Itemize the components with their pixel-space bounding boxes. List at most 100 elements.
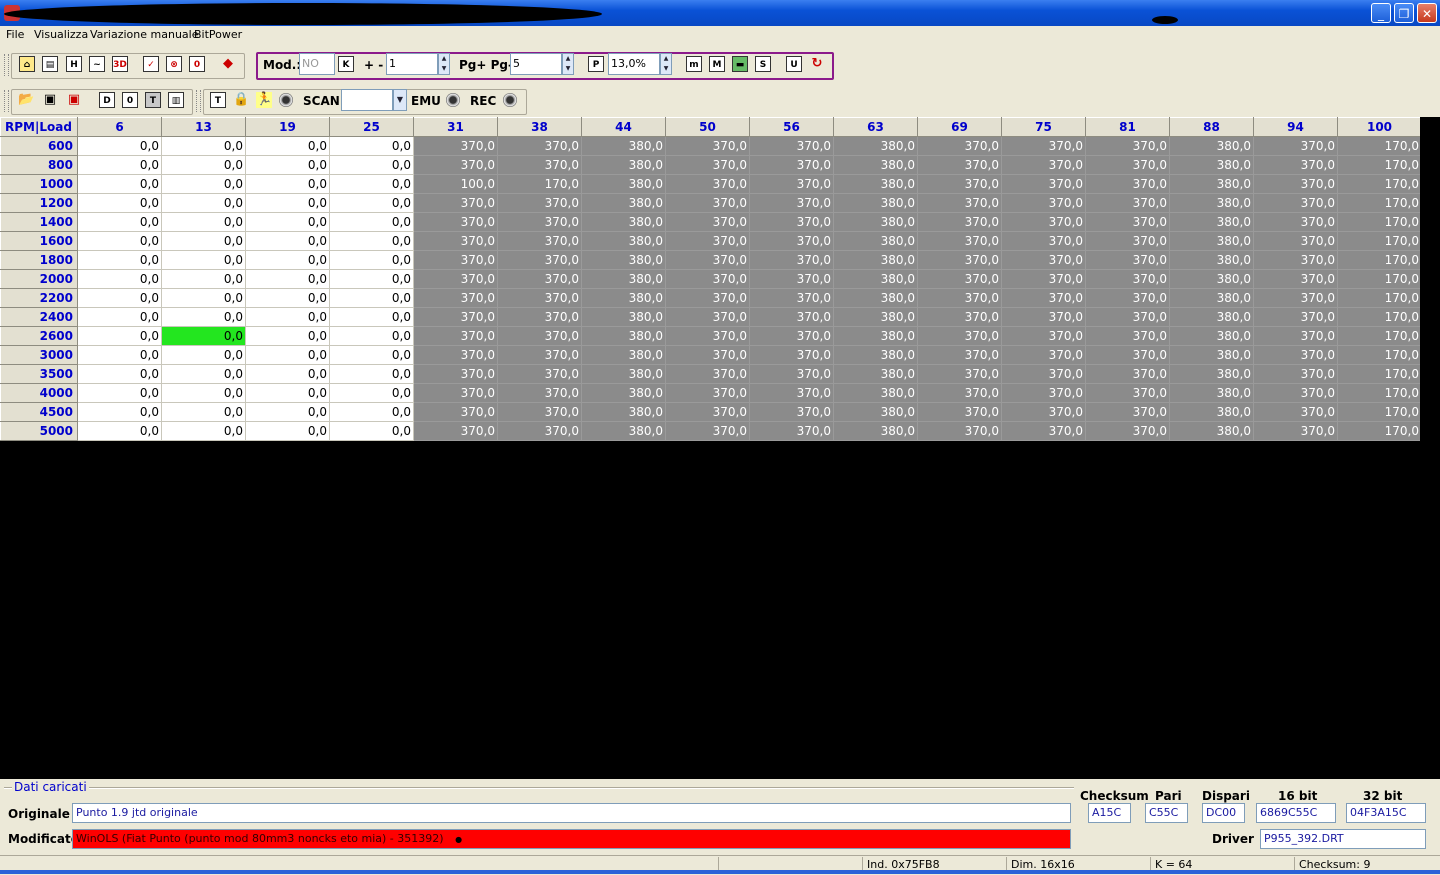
map-cell[interactable]: 380,0 [1169,155,1254,175]
map-cell[interactable]: 380,0 [581,155,666,175]
map-cell[interactable]: 0,0 [245,364,330,384]
map-cell[interactable]: 370,0 [665,250,750,270]
map-cell[interactable]: 380,0 [833,231,918,251]
map-cell[interactable]: 380,0 [581,288,666,308]
map-cell[interactable]: 370,0 [497,326,582,346]
map-cell[interactable]: 0,0 [77,174,162,194]
map-cell[interactable]: 370,0 [1085,269,1170,289]
map-cell[interactable]: 170,0 [1337,421,1422,441]
map-cell[interactable]: 0,0 [77,269,162,289]
m-large-icon[interactable]: M [709,56,725,72]
map-cell[interactable]: 170,0 [1337,250,1422,270]
map-cell[interactable]: 370,0 [665,269,750,289]
map-cell[interactable]: 0,0 [77,326,162,346]
map-cell[interactable]: 370,0 [497,421,582,441]
map-cell[interactable]: 370,0 [665,288,750,308]
map-cell[interactable]: 0,0 [161,383,246,403]
map-cell[interactable]: 0,0 [329,174,414,194]
map-cell[interactable]: 0,0 [329,345,414,365]
map-cell[interactable]: 380,0 [581,307,666,327]
column-header[interactable]: 44 [581,117,666,137]
map-cell[interactable]: 370,0 [749,364,834,384]
map-cell[interactable]: 0,0 [245,231,330,251]
map-cell[interactable]: 0,0 [77,421,162,441]
map-cell[interactable]: 0,0 [245,174,330,194]
map-cell[interactable]: 0,0 [161,250,246,270]
map-cell[interactable]: 370,0 [1085,136,1170,156]
map-cell[interactable]: 0,0 [329,136,414,156]
map-cell[interactable]: 100,0 [413,174,498,194]
column-header[interactable]: 31 [413,117,498,137]
map-cell[interactable]: 370,0 [497,383,582,403]
map-cell[interactable]: 380,0 [581,174,666,194]
map-cell[interactable]: 0,0 [161,231,246,251]
row-header[interactable]: 2600 [0,326,78,346]
row-header[interactable]: 600 [0,136,78,156]
pg-input[interactable]: 5 [510,53,562,75]
map-cell[interactable]: 380,0 [833,212,918,232]
map-cell[interactable]: 0,0 [77,136,162,156]
map-cell[interactable]: 170,0 [1337,383,1422,403]
map-cell[interactable]: 370,0 [1253,364,1338,384]
map-cell[interactable]: 0,0 [161,212,246,232]
map-cell[interactable]: 370,0 [749,421,834,441]
map-cell[interactable]: 380,0 [833,155,918,175]
map-cell[interactable]: 370,0 [413,269,498,289]
map-cell[interactable]: 170,0 [1337,345,1422,365]
map-cell[interactable]: 170,0 [1337,193,1422,213]
map-cell[interactable]: 0,0 [245,193,330,213]
save-as-icon[interactable]: ▣ [66,92,82,108]
map-cell[interactable]: 370,0 [1253,307,1338,327]
map-cell[interactable]: 0,0 [245,421,330,441]
map-cell[interactable]: 370,0 [1001,288,1086,308]
map-cell[interactable]: 370,0 [1253,269,1338,289]
menu-file[interactable]: File [6,28,24,41]
map-cell[interactable]: 170,0 [1337,288,1422,308]
map-cell[interactable]: 370,0 [497,136,582,156]
map-cell[interactable]: 370,0 [917,174,1002,194]
map-cell[interactable]: 370,0 [1001,136,1086,156]
map-cell[interactable]: 380,0 [1169,345,1254,365]
pari-field[interactable]: C55C [1145,803,1188,823]
plus-minus-input[interactable]: 1 [386,53,438,75]
map-cell[interactable]: 370,0 [1085,326,1170,346]
minimize-icon[interactable]: _ [1371,3,1391,23]
s-icon[interactable]: S [755,56,771,72]
map-cell[interactable]: 370,0 [1085,250,1170,270]
toolbar-grip-2[interactable] [4,90,9,112]
map-cell[interactable]: 370,0 [413,326,498,346]
map-cell[interactable]: 0,0 [77,250,162,270]
map-cell[interactable]: 380,0 [1169,421,1254,441]
refresh-icon[interactable]: ↻ [809,56,825,72]
map-cell[interactable]: 380,0 [833,326,918,346]
map-cell[interactable]: 370,0 [917,288,1002,308]
home-icon[interactable]: ⌂ [19,56,35,72]
column-header[interactable]: 81 [1085,117,1170,137]
columns-icon[interactable]: ▥ [168,92,184,108]
lock-icon[interactable]: 🔒 [233,92,249,108]
map-cell[interactable]: 170,0 [1337,212,1422,232]
map-cell[interactable]: 380,0 [833,364,918,384]
map-cell[interactable]: 370,0 [1085,345,1170,365]
map-cell[interactable]: 370,0 [1001,307,1086,327]
row-header[interactable]: 2200 [0,288,78,308]
menu-visualizza[interactable]: Visualizza [34,28,88,41]
map-cell[interactable]: 370,0 [1085,193,1170,213]
map-cell[interactable]: 0,0 [245,212,330,232]
percent-spinner[interactable]: ▲ ▼ [660,53,672,75]
map-cell[interactable]: 370,0 [1253,231,1338,251]
map-cell[interactable]: 370,0 [1253,326,1338,346]
k-button[interactable]: K [338,56,354,72]
map-cell[interactable]: 0,0 [329,326,414,346]
map-cell[interactable]: 0,0 [245,250,330,270]
map-cell[interactable]: 0,0 [329,212,414,232]
map-cell[interactable]: 370,0 [917,345,1002,365]
map-cell[interactable]: 370,0 [1001,231,1086,251]
map-cell[interactable]: 370,0 [497,345,582,365]
map-cell[interactable]: 370,0 [1253,345,1338,365]
map-cell[interactable]: 170,0 [1337,269,1422,289]
menu-variazione-manuale[interactable]: Variazione manuale [90,28,199,41]
flag-icon[interactable]: ◆ [220,56,236,72]
row-header[interactable]: 4000 [0,383,78,403]
map-cell[interactable]: 0,0 [329,383,414,403]
